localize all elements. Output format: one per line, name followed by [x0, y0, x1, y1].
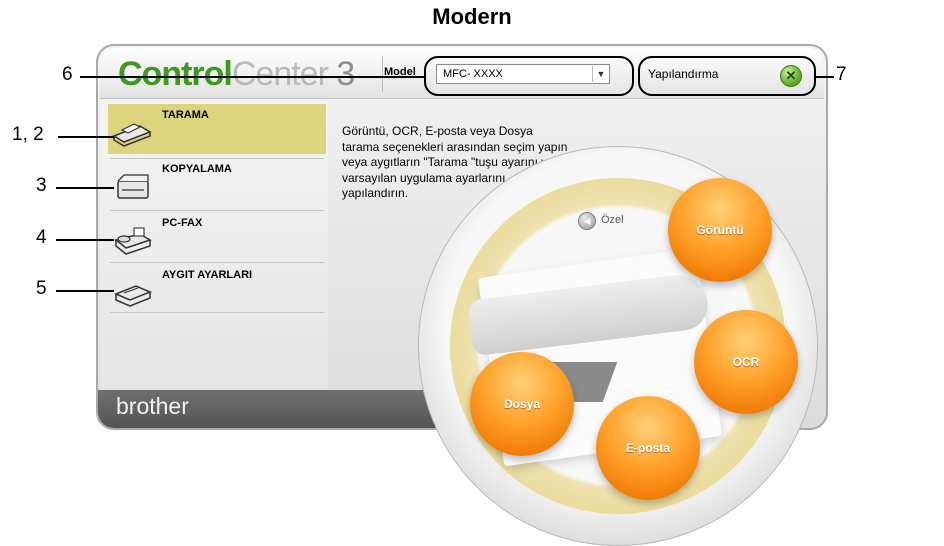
callout-box-7 — [638, 56, 816, 96]
dosya-button[interactable]: Dosya — [470, 352, 574, 456]
eposta-button[interactable]: E-posta — [596, 396, 700, 500]
sidebar-item-tarama[interactable]: TARAMA — [108, 104, 326, 154]
copier-icon — [117, 174, 149, 199]
logo-version: 3 — [336, 55, 355, 93]
callout-5-line — [56, 290, 114, 292]
title-divider — [382, 56, 383, 92]
ocr-button[interactable]: OCR — [694, 310, 798, 414]
sidebar-divider — [110, 312, 324, 313]
sidebar-item-label: KOPYALAMA — [162, 163, 232, 175]
figure-title: Modern — [432, 4, 512, 29]
logo-control: Control — [118, 55, 233, 93]
sidebar-divider — [110, 210, 324, 211]
ocr-label: OCR — [732, 355, 760, 369]
sidebar-item-aygit-ayarlari[interactable]: AYGIT AYARLARI — [108, 264, 326, 314]
sidebar-item-pc-fax[interactable]: PC-FAX — [108, 212, 326, 262]
callout-6-line — [80, 76, 424, 78]
callout-4-line — [56, 239, 114, 241]
dosya-label: Dosya — [503, 397, 541, 411]
fax-icon — [114, 227, 152, 255]
eposta-label: E-posta — [625, 441, 670, 455]
callout-7-line — [816, 76, 834, 78]
goruntu-button[interactable]: Görüntü — [668, 178, 772, 282]
callout-4-number: 4 — [36, 227, 47, 248]
ozel-back-icon[interactable]: ◀ — [578, 212, 596, 230]
callout-box-6 — [424, 56, 634, 96]
callout-7-number: 7 — [836, 64, 847, 85]
callout-1-2-number: 1, 2 — [12, 124, 44, 145]
callout-3-number: 3 — [36, 175, 47, 196]
ozel-label[interactable]: Özel — [601, 214, 624, 226]
callout-1-2-line — [58, 136, 114, 138]
brother-logo: brother — [116, 393, 189, 419]
sidebar-item-label: AYGIT AYARLARI — [162, 269, 253, 281]
callout-5-number: 5 — [36, 278, 47, 299]
sidebar-item-label: PC-FAX — [162, 217, 203, 229]
logo-center: Center — [231, 55, 329, 93]
sidebar-item-kopyalama[interactable]: KOPYALAMA — [108, 158, 326, 208]
controlcenter-logo: ControlCenter 3 — [118, 54, 355, 94]
sidebar-item-label: TARAMA — [162, 109, 209, 121]
callout-3-line — [56, 187, 114, 189]
goruntu-label: Görüntü — [696, 223, 744, 237]
scanner-icon — [112, 123, 152, 147]
sidebar-divider — [110, 262, 324, 263]
callout-6-number: 6 — [62, 64, 73, 85]
device-settings-icon — [114, 285, 152, 307]
